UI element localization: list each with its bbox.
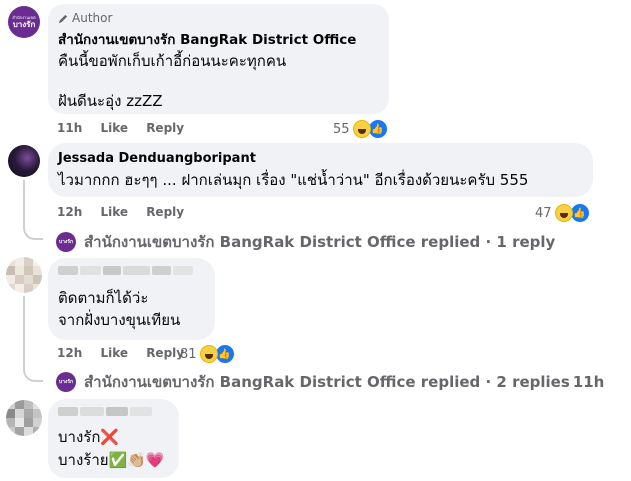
reply-button[interactable]: Reply bbox=[146, 121, 184, 135]
author-badge: Author bbox=[58, 11, 112, 25]
comment-text-line: บางรัก❌ bbox=[58, 428, 120, 446]
author-badge-label: Author bbox=[72, 11, 113, 25]
comment-text-line: จากฝั่งบางขุนเทียน bbox=[58, 311, 181, 329]
haha-reaction-icon bbox=[554, 204, 573, 222]
comment-time[interactable]: 11h bbox=[57, 121, 82, 135]
reaction-count: 81 bbox=[180, 346, 197, 362]
blurred-author-name bbox=[58, 266, 193, 275]
like-button[interactable]: Like bbox=[100, 121, 128, 135]
comment-actions: 12h Like Reply bbox=[57, 346, 198, 360]
comment-time[interactable]: 12h bbox=[57, 205, 82, 219]
avatar-big-text: บางรัก bbox=[12, 20, 36, 29]
reaction-summary[interactable]: 55 👍 bbox=[333, 118, 389, 140]
page-avatar-small: บางรัก bbox=[56, 372, 76, 392]
comment-text-line: ฝันดีนะอุ่ง zzZZ bbox=[58, 92, 163, 110]
comment-text-line: บางร้าย✅👏🏼💗 bbox=[58, 451, 165, 469]
replied-time: 11h bbox=[572, 373, 605, 391]
haha-reaction-icon bbox=[352, 120, 371, 138]
comment-actions: 12h Like Reply bbox=[57, 205, 198, 219]
reaction-count: 55 bbox=[333, 121, 350, 137]
replies-link[interactable]: บางรัก สำนักงานเขตบางรัก BangRak Distric… bbox=[56, 370, 604, 394]
comment-bubble: บางรัก❌ บางร้าย✅👏🏼💗 bbox=[48, 399, 179, 478]
comment-bubble: Jessada Denduangboripant ไวมากกก ฮะๆๆ ..… bbox=[48, 143, 593, 197]
pencil-icon bbox=[58, 14, 68, 23]
thread-line bbox=[23, 180, 43, 240]
user-avatar[interactable] bbox=[6, 257, 42, 293]
blurred-author-name bbox=[58, 407, 153, 416]
comment-author[interactable]: Jessada Denduangboripant bbox=[58, 150, 256, 167]
haha-reaction-icon bbox=[199, 345, 218, 363]
replies-link[interactable]: บางรัก สำนักงานเขตบางรัก BangRak Distric… bbox=[56, 230, 555, 254]
like-button[interactable]: Like bbox=[100, 205, 128, 219]
user-avatar[interactable] bbox=[8, 145, 40, 177]
comment-text-line: คืนนี้ขอพักเก็บเก้าอี้ก่อนนะคะทุกคน bbox=[58, 52, 287, 70]
comment-text-line: ติดตามก็ได้ว่ะ bbox=[58, 289, 149, 307]
replies-label: สำนักงานเขตบางรัก BangRak District Offic… bbox=[84, 373, 570, 391]
user-avatar[interactable] bbox=[6, 400, 42, 436]
replies-label: สำนักงานเขตบางรัก BangRak District Offic… bbox=[84, 233, 556, 251]
comment-text-line: ไวมากกก ฮะๆๆ ... ฝากเล่นมุก เรื่อง "แช่น… bbox=[58, 171, 529, 189]
comment-bubble: Author สำนักงานเขตบางรัก BangRak Distric… bbox=[48, 4, 389, 114]
reaction-summary[interactable]: 47 👍 bbox=[535, 202, 591, 224]
comment-author[interactable]: สำนักงานเขตบางรัก BangRak District Offic… bbox=[58, 32, 356, 49]
page-avatar-small: บางรัก bbox=[56, 232, 76, 252]
reaction-summary[interactable]: 81 👍 bbox=[180, 343, 236, 365]
thread-line bbox=[23, 296, 43, 382]
comment-bubble: ติดตามก็ได้ว่ะ จากฝั่งบางขุนเทียน bbox=[48, 258, 215, 340]
reaction-count: 47 bbox=[535, 205, 552, 221]
like-button[interactable]: Like bbox=[100, 346, 128, 360]
page-avatar[interactable]: สำนักงานเขต บางรัก bbox=[8, 6, 40, 38]
reply-button[interactable]: Reply bbox=[146, 205, 184, 219]
reply-button[interactable]: Reply bbox=[146, 346, 184, 360]
comment-actions: 11h Like Reply bbox=[57, 121, 198, 135]
comment-time[interactable]: 12h bbox=[57, 346, 82, 360]
